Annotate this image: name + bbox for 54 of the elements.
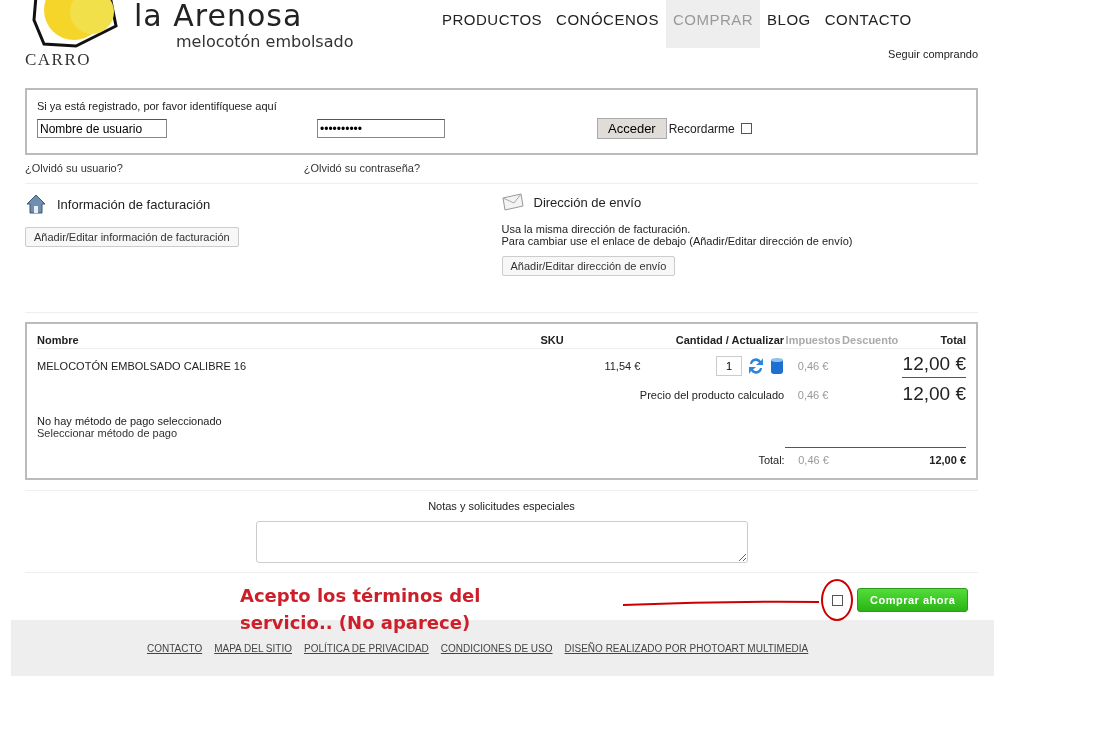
tax-amount: 0,46 € [796,359,830,372]
column-header: Cantidad / Actualizar [674,334,785,346]
edit-shipping-button[interactable]: Añadir/Editar dirección de envío [501,256,676,276]
nav-tab[interactable]: CONÓCENOS [549,0,666,48]
forgot-password-link[interactable]: ¿Olvidó su contraseña? [303,162,420,174]
envelope-icon [501,193,524,211]
column-header: Descuento [842,334,900,346]
brand-name: la Arenosa [134,0,304,32]
shipping-title: Dirección de envío [533,194,642,210]
house-icon [25,193,47,215]
forgot-username-link[interactable]: ¿Olvidó su usuario? [25,162,123,174]
column-header: SKU [540,334,565,346]
total-label: Total: [757,454,785,466]
shipping-hint: Para cambiar use el enlace de debajo (Añadir/Editar dirección de envío) [501,235,854,247]
footer-link[interactable]: CONDICIONES DE USO [440,642,553,654]
column-header: Nombre [37,334,80,346]
footer-link[interactable]: CONTACTO [147,642,203,654]
annotation-text: Acepto los términos del servicio.. (No aparece) [240,584,482,635]
footer-link[interactable]: DISEÑO REALIZADO POR PHOTOART MULTIMEDIA [564,642,809,654]
password-field[interactable]: •••••••••• [317,119,445,138]
footer-link[interactable]: POLÍTICA DE PRIVACIDAD [304,642,429,654]
billing-title: Información de facturación [57,196,211,212]
column-header: Total [939,334,966,346]
nav-tab[interactable]: PRODUCTOS [435,0,550,48]
subtotal-amount: 12,00 € [902,383,966,406]
remember-checkbox[interactable] [740,123,752,134]
page-title: CARRO [25,50,92,70]
login-button[interactable]: Acceder [597,118,667,139]
refresh-icon[interactable] [747,355,766,376]
column-header: Impuestos [784,334,842,346]
remember-label: Recordarme [668,121,735,136]
line-total: 12,00 € [902,353,966,378]
terms-checkbox[interactable] [831,594,843,606]
quantity-field[interactable]: 1 [716,355,743,376]
nav-tab[interactable]: CONTACTO [817,0,919,48]
tax-amount: 0,46 € [796,389,830,401]
select-payment-link[interactable]: Seleccionar método de pago [37,427,966,439]
subtotal-label: Precio del producto calculado [638,389,785,401]
trash-icon[interactable] [770,356,785,375]
product-name: MELOCOTÓN EMBOLSADO CALIBRE 16 [37,359,248,372]
login-prompt: Si ya está registrado, por favor identifíquese aquí [37,100,278,112]
payment-status: No hay método de pago seleccionado [37,415,223,427]
nav-tab[interactable]: BLOG [760,0,818,48]
grand-total: 12,00 € [928,454,966,466]
shipping-note: Usa la misma dirección de facturación. [501,223,692,235]
notes-label: Notas y solicitudes especiales [427,500,576,512]
tax-amount: 0,46 € [797,454,830,466]
username-field[interactable]: Nombre de usuario [37,119,167,138]
continue-shopping-link[interactable]: Seguir comprando [888,48,978,60]
notes-field[interactable] [255,521,748,563]
edit-billing-button[interactable]: Añadir/Editar información de facturación [25,227,239,247]
product-price: 11,54 € [603,359,641,372]
footer-link[interactable]: MAPA DEL SITIO [214,642,292,654]
brand-tagline: melocotón embolsado [176,32,354,51]
